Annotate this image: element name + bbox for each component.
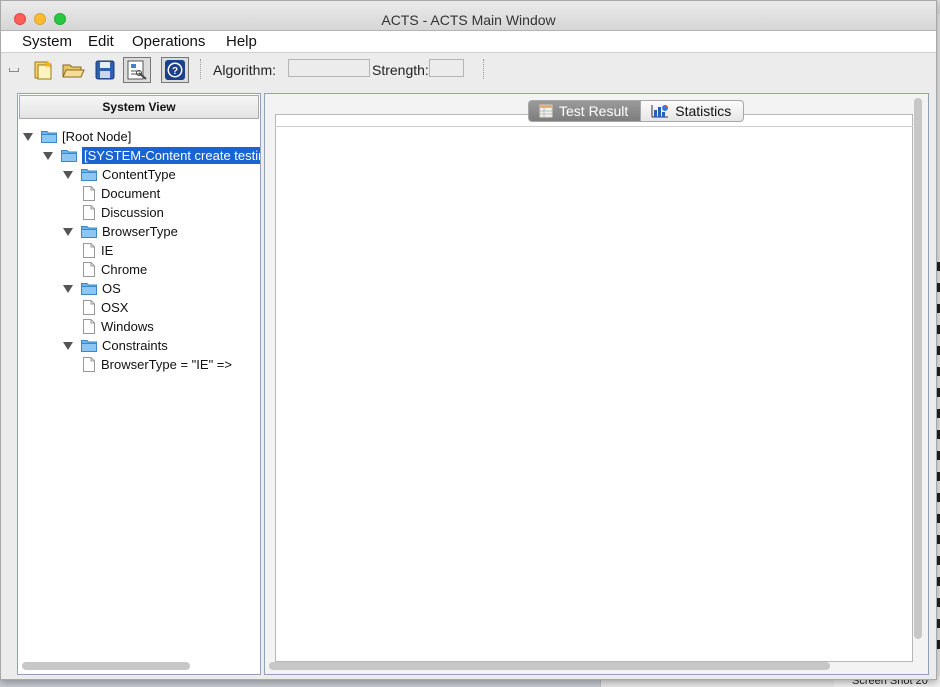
- expanded-arrow-icon[interactable]: [63, 227, 73, 237]
- document-icon: [83, 357, 95, 372]
- tree-folder-node[interactable]: ContentType: [63, 165, 176, 184]
- document-icon: [83, 262, 95, 277]
- results-horizontal-scrollbar[interactable]: [269, 662, 830, 670]
- folder-icon: [81, 340, 97, 352]
- expanded-arrow-icon[interactable]: [23, 132, 33, 142]
- tree-node-label: OS: [102, 281, 121, 296]
- expanded-arrow-icon[interactable]: [63, 284, 73, 294]
- tree-leaf-node[interactable]: Discussion: [83, 203, 164, 222]
- new-system-button[interactable]: [29, 57, 57, 83]
- algorithm-field[interactable]: [288, 59, 370, 77]
- menu-edit[interactable]: Edit: [88, 33, 114, 50]
- table-icon: [539, 104, 553, 118]
- toolbar-separator-end: [483, 59, 484, 79]
- menu-help[interactable]: Help: [226, 33, 257, 50]
- menu-system[interactable]: System: [22, 33, 72, 50]
- system-view-panel: System View [Root Node] [SYSTEM-Content c…: [17, 93, 261, 675]
- strength-label: Strength:: [372, 62, 429, 78]
- algorithm-label: Algorithm:: [213, 62, 277, 78]
- help-button[interactable]: ?: [161, 57, 189, 83]
- main-window: ACTS - ACTS Main Window System Edit Oper…: [0, 0, 937, 680]
- expanded-arrow-icon[interactable]: [63, 170, 73, 180]
- title-bar[interactable]: ACTS - ACTS Main Window: [1, 1, 936, 31]
- system-view-header: System View: [19, 95, 259, 119]
- tree-node-label: [Root Node]: [62, 129, 132, 144]
- document-icon: [83, 319, 95, 334]
- tree-node-label: Windows: [101, 319, 154, 334]
- tree-leaf-node[interactable]: BrowserType = "IE" =>: [83, 355, 232, 374]
- menu-bar: System Edit Operations Help: [1, 31, 936, 53]
- expanded-arrow-icon[interactable]: [43, 151, 53, 161]
- menu-operations[interactable]: Operations: [132, 33, 205, 50]
- tree-node-label: OSX: [101, 300, 129, 315]
- results-vertical-scrollbar[interactable]: [914, 98, 922, 639]
- tree-node-label: IE: [101, 243, 114, 258]
- system-view-horizontal-scrollbar[interactable]: [22, 662, 190, 670]
- tab-test-result[interactable]: Test Result: [528, 100, 642, 122]
- window-title: ACTS - ACTS Main Window: [381, 12, 556, 28]
- toolbar-separator: [200, 59, 201, 79]
- tree-node-label: BrowserType: [102, 224, 178, 239]
- tree-node-label: Discussion: [101, 205, 164, 220]
- svg-text:?: ?: [172, 66, 178, 77]
- tree-leaf-node[interactable]: IE: [83, 241, 113, 260]
- tree-folder-node[interactable]: OS: [63, 279, 121, 298]
- save-button[interactable]: [91, 57, 119, 83]
- tree-node-label: BrowserType = "IE" =>: [101, 357, 232, 372]
- folder-icon: [81, 283, 97, 295]
- tree-leaf-node[interactable]: Chrome: [83, 260, 147, 279]
- build-button[interactable]: [123, 57, 151, 83]
- save-icon: [95, 60, 115, 80]
- build-icon: [127, 60, 147, 80]
- tab-content-area: [275, 114, 913, 662]
- tree-node-label: Document: [101, 186, 161, 201]
- document-icon: [83, 205, 95, 220]
- strength-field[interactable]: [429, 59, 464, 77]
- open-icon: [62, 64, 85, 78]
- tree-folder-node[interactable]: BrowserType: [63, 222, 178, 241]
- tree-node-label: [SYSTEM-Content create testing: [82, 147, 260, 164]
- document-icon: [83, 243, 95, 258]
- tree-leaf-node[interactable]: OSX: [83, 298, 128, 317]
- new-system-icon: [34, 60, 52, 80]
- tree-node-label: Chrome: [101, 262, 148, 277]
- tab-statistics[interactable]: Statistics: [641, 100, 745, 122]
- folder-icon: [81, 226, 97, 238]
- document-icon: [83, 300, 95, 315]
- tree-folder-node[interactable]: [SYSTEM-Content create testing: [43, 146, 260, 165]
- system-tree: [Root Node] [SYSTEM-Content create testin…: [18, 126, 260, 658]
- document-icon: [83, 186, 95, 201]
- expanded-arrow-icon[interactable]: [63, 341, 73, 351]
- help-icon: ?: [165, 60, 185, 80]
- tree-node-label: ContentType: [102, 167, 176, 182]
- tab-statistics-label: Statistics: [675, 103, 732, 119]
- tab-test-result-label: Test Result: [559, 103, 629, 119]
- result-tabs: Test Result Statistics: [528, 100, 745, 122]
- toolbar: ? Algorithm: Strength:: [1, 53, 936, 87]
- folder-icon: [81, 169, 97, 181]
- tree-leaf-node[interactable]: Windows: [83, 317, 154, 336]
- folder-icon: [61, 150, 77, 162]
- tree-folder-node[interactable]: [Root Node]: [23, 127, 131, 146]
- results-panel: Test Result Statistics: [264, 93, 929, 675]
- toolbar-grip[interactable]: [9, 68, 19, 72]
- tree-leaf-node[interactable]: Document: [83, 184, 160, 203]
- open-button[interactable]: [59, 57, 87, 83]
- bar-chart-icon: [651, 105, 669, 118]
- tree-folder-node[interactable]: Constraints: [63, 336, 168, 355]
- tab-divider: [275, 126, 913, 127]
- tree-node-label: Constraints: [102, 338, 168, 353]
- folder-icon: [41, 131, 57, 143]
